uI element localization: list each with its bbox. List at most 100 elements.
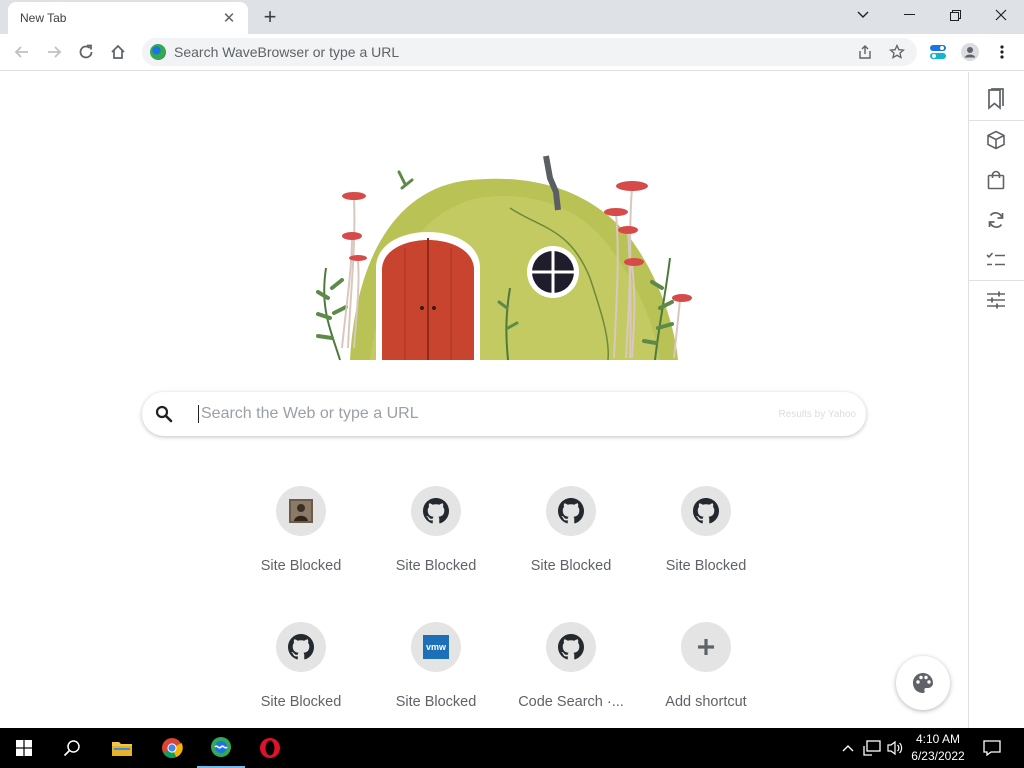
tab-close-icon[interactable]: ✕ bbox=[220, 9, 238, 27]
clock-time: 4:10 AM bbox=[915, 732, 961, 746]
chevron-down-icon bbox=[857, 11, 869, 18]
restore-icon bbox=[949, 9, 961, 21]
shortcut-favicon bbox=[546, 486, 596, 536]
toolbar: Search WaveBrowser or type a URL bbox=[0, 34, 1024, 71]
shortcut-favicon bbox=[411, 486, 461, 536]
toggle-extension-icon bbox=[930, 45, 946, 59]
sidebar-sync-button[interactable] bbox=[983, 207, 1009, 233]
windows-logo-icon bbox=[16, 740, 32, 756]
reload-button[interactable] bbox=[72, 38, 100, 66]
taskbar-search-button[interactable] bbox=[48, 728, 96, 768]
shortcut-label: Site Blocked bbox=[395, 558, 477, 574]
box-icon bbox=[987, 130, 1005, 150]
tab-title: New Tab bbox=[20, 11, 67, 25]
github-icon bbox=[288, 634, 314, 660]
close-window-button[interactable] bbox=[978, 0, 1024, 30]
taskbar-file-explorer[interactable] bbox=[98, 728, 146, 768]
new-tab-button[interactable]: + bbox=[256, 4, 284, 29]
minimize-button[interactable] bbox=[886, 0, 932, 30]
taskbar-opera[interactable] bbox=[246, 728, 294, 768]
tab-search-button[interactable] bbox=[840, 0, 886, 30]
shortcut-favicon bbox=[276, 622, 326, 672]
shopping-bag-icon bbox=[987, 170, 1005, 190]
web-search-input[interactable] bbox=[198, 405, 779, 423]
shortcut-favicon bbox=[681, 486, 731, 536]
sidebar-checklist-button[interactable] bbox=[983, 247, 1009, 273]
folder-icon bbox=[112, 742, 132, 756]
add-shortcut-tile[interactable]: Add shortcut bbox=[650, 622, 762, 732]
sidebar-divider bbox=[969, 280, 1024, 281]
wavebrowser-logo-icon bbox=[150, 44, 166, 60]
clock-date: 6/23/2022 bbox=[911, 749, 965, 763]
shortcut-label: Code Search ·... bbox=[518, 694, 624, 710]
sidebar-settings-button[interactable] bbox=[983, 287, 1009, 313]
shortcut-label: Site Blocked bbox=[395, 694, 477, 710]
start-button[interactable] bbox=[0, 728, 48, 768]
github-icon bbox=[693, 498, 719, 524]
share-icon[interactable] bbox=[856, 43, 874, 61]
shortcut-tile[interactable]: Site Blocked bbox=[245, 622, 357, 732]
web-search-box[interactable]: Results by Yahoo bbox=[142, 392, 866, 436]
opera-icon bbox=[260, 738, 280, 758]
shortcut-favicon: vmw bbox=[411, 622, 461, 672]
network-icon bbox=[863, 740, 881, 756]
home-button[interactable] bbox=[104, 38, 132, 66]
forward-button[interactable] bbox=[40, 38, 68, 66]
sidebar-bookmarks-button[interactable] bbox=[983, 86, 1009, 112]
minimize-icon bbox=[903, 14, 915, 15]
shortcut-tile[interactable]: Site Blocked bbox=[245, 486, 357, 596]
volume-tray-button[interactable] bbox=[885, 738, 905, 758]
reload-icon bbox=[79, 44, 93, 59]
plus-icon bbox=[696, 637, 716, 657]
address-bar[interactable]: Search WaveBrowser or type a URL bbox=[142, 38, 917, 66]
hobbit-house-illustration bbox=[316, 155, 692, 361]
sliders-icon bbox=[987, 291, 1005, 309]
customize-button[interactable] bbox=[896, 656, 950, 710]
shortcut-tile[interactable]: vmw Site Blocked bbox=[380, 622, 492, 732]
taskbar-clock[interactable]: 4:10 AM 6/23/2022 bbox=[908, 731, 968, 765]
checklist-icon bbox=[986, 252, 1005, 266]
show-hidden-icons-button[interactable] bbox=[838, 738, 858, 758]
shortcut-label: Site Blocked bbox=[260, 694, 342, 710]
sidebar-shopping-button[interactable] bbox=[983, 167, 1009, 193]
search-icon bbox=[154, 404, 174, 424]
network-tray-button[interactable] bbox=[862, 738, 882, 758]
shortcut-tile[interactable]: Site Blocked bbox=[380, 486, 492, 596]
shortcut-label: Site Blocked bbox=[665, 558, 747, 574]
bookmarks-icon bbox=[988, 88, 1004, 110]
github-icon bbox=[423, 498, 449, 524]
taskbar-wavebrowser[interactable] bbox=[197, 728, 245, 768]
menu-button[interactable] bbox=[988, 38, 1016, 66]
shortcut-favicon bbox=[681, 622, 731, 672]
shortcut-label: Site Blocked bbox=[530, 558, 612, 574]
right-sidebar bbox=[968, 72, 1024, 728]
restore-button[interactable] bbox=[932, 0, 978, 30]
github-icon bbox=[558, 498, 584, 524]
shortcut-tile[interactable]: Site Blocked bbox=[650, 486, 762, 596]
arrow-left-icon bbox=[14, 46, 28, 58]
windows-taskbar: 4:10 AM 6/23/2022 bbox=[0, 728, 1024, 768]
tab-new-tab[interactable]: New Tab ✕ bbox=[8, 2, 248, 34]
speaker-icon bbox=[887, 740, 903, 756]
shortcut-tile[interactable]: Site Blocked bbox=[515, 486, 627, 596]
shortcut-favicon bbox=[276, 486, 326, 536]
vmware-icon: vmw bbox=[423, 635, 449, 659]
arrow-right-icon bbox=[48, 46, 62, 58]
kebab-menu-icon bbox=[1000, 45, 1004, 59]
avatar-icon bbox=[961, 43, 979, 61]
notifications-button[interactable] bbox=[982, 738, 1002, 758]
results-by-yahoo-label: Results by Yahoo bbox=[778, 408, 856, 420]
wavebrowser-icon bbox=[211, 737, 231, 757]
tab-strip: New Tab ✕ + bbox=[0, 0, 1024, 34]
profile-button[interactable] bbox=[956, 38, 984, 66]
photo-favicon bbox=[289, 499, 313, 523]
bookmark-star-icon[interactable] bbox=[888, 43, 906, 61]
sidebar-box-button[interactable] bbox=[983, 127, 1009, 153]
shortcut-label: Add shortcut bbox=[665, 694, 747, 710]
palette-icon bbox=[913, 673, 933, 693]
back-button[interactable] bbox=[8, 38, 36, 66]
shortcut-tile[interactable]: Code Search ·... bbox=[515, 622, 627, 732]
home-icon bbox=[111, 44, 125, 59]
extensions-button[interactable] bbox=[924, 38, 952, 66]
taskbar-chrome[interactable] bbox=[148, 728, 196, 768]
